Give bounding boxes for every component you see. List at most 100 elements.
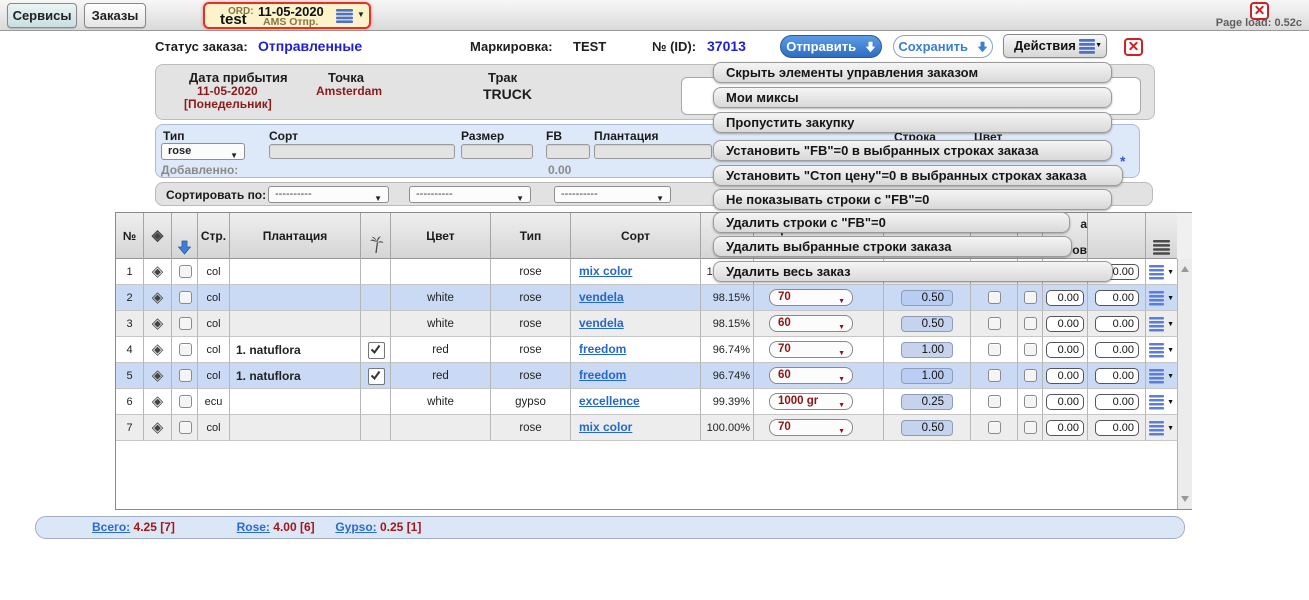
header-sort-arrow-icon[interactable] xyxy=(172,213,198,259)
price-input[interactable]: 0.25 xyxy=(901,394,953,410)
send-button[interactable]: Отправить xyxy=(780,35,882,58)
value-input[interactable]: 0.00 xyxy=(1095,342,1139,358)
current-order-box[interactable]: ORD: 11-05-2020 test AMS Отпр. ▼ xyxy=(203,2,371,29)
row-checkbox[interactable] xyxy=(172,311,198,337)
variety-link[interactable]: excellence xyxy=(579,394,640,408)
checkbox[interactable] xyxy=(179,369,192,382)
checkbox[interactable] xyxy=(179,317,192,330)
header-menu-icon[interactable] xyxy=(1146,213,1178,259)
checkbox[interactable] xyxy=(988,291,1001,304)
palm-check[interactable] xyxy=(368,368,385,385)
price-input[interactable]: 1.00 xyxy=(901,368,953,384)
size-select[interactable]: 60▼ xyxy=(769,367,853,384)
palm-check[interactable] xyxy=(368,342,385,359)
header-photo-icon[interactable]: ◈ xyxy=(144,213,172,259)
scroll-down-icon[interactable] xyxy=(1181,496,1189,502)
row-checkbox[interactable] xyxy=(971,311,1018,337)
palm-checkbox[interactable] xyxy=(361,363,391,389)
price-input[interactable]: 0.50 xyxy=(901,290,953,306)
services-button[interactable]: Сервисы xyxy=(7,3,77,28)
variety-link[interactable]: freedom xyxy=(579,368,626,382)
photo-icon[interactable]: ◈ xyxy=(144,259,172,285)
scroll-up-icon[interactable] xyxy=(1181,266,1189,272)
checkbox[interactable] xyxy=(179,291,192,304)
row-menu-cell[interactable]: ▼ xyxy=(1146,259,1178,285)
checkbox[interactable] xyxy=(1024,291,1037,304)
ord-hamburger-icon[interactable] xyxy=(336,9,353,28)
checkbox[interactable] xyxy=(1024,421,1037,434)
price-input[interactable]: 0.50 xyxy=(901,420,953,436)
checkbox[interactable] xyxy=(988,421,1001,434)
variety-link[interactable]: freedom xyxy=(579,342,626,356)
size-select[interactable]: 1000 gr▼ xyxy=(769,393,853,410)
row-checkbox[interactable] xyxy=(172,259,198,285)
row-menu-icon[interactable] xyxy=(1149,265,1164,283)
rose-link[interactable]: Rose: xyxy=(237,520,270,534)
row-menu-cell[interactable]: ▼ xyxy=(1146,363,1178,389)
photo-icon[interactable]: ◈ xyxy=(144,415,172,441)
row-menu-icon[interactable] xyxy=(1149,343,1164,361)
row-menu-cell[interactable]: ▼ xyxy=(1146,389,1178,415)
row-checkbox[interactable] xyxy=(172,389,198,415)
checkbox[interactable] xyxy=(1024,317,1037,330)
checkbox[interactable] xyxy=(988,395,1001,408)
actions-menu-item-1[interactable]: Скрыть элементы управления заказом xyxy=(713,62,1112,83)
actions-menu-item-3[interactable]: Пропустить закупку xyxy=(713,112,1112,133)
checkbox[interactable] xyxy=(1024,343,1037,356)
value-input[interactable]: 0.00 xyxy=(1046,316,1084,332)
row-checkbox[interactable] xyxy=(971,337,1018,363)
table-scrollbar[interactable] xyxy=(1177,259,1192,509)
photo-icon[interactable]: ◈ xyxy=(144,337,172,363)
checkbox[interactable] xyxy=(988,343,1001,356)
sort-select-2[interactable]: ----------▼ xyxy=(409,186,531,203)
actions-menu-item-2[interactable]: Мои миксы xyxy=(713,87,1112,108)
row-menu-cell[interactable]: ▼ xyxy=(1146,311,1178,337)
value-input[interactable]: 0.00 xyxy=(1046,368,1084,384)
row-checkbox[interactable] xyxy=(1018,337,1043,363)
sort-select-3[interactable]: ----------▼ xyxy=(554,186,671,203)
price-input[interactable]: 0.50 xyxy=(901,316,953,332)
row-checkbox[interactable] xyxy=(1018,311,1043,337)
row-checkbox[interactable] xyxy=(172,285,198,311)
checkbox[interactable] xyxy=(179,421,192,434)
value-input[interactable]: 0.00 xyxy=(1046,290,1084,306)
size-select[interactable]: 70▼ xyxy=(769,419,853,436)
checkbox[interactable] xyxy=(988,369,1001,382)
value-input[interactable]: 0.00 xyxy=(1095,368,1139,384)
actions-menu-item-4[interactable]: Установить "FB"=0 в выбранных строках за… xyxy=(713,140,1112,161)
row-menu-cell[interactable]: ▼ xyxy=(1146,285,1178,311)
checkbox[interactable] xyxy=(179,395,192,408)
value-input[interactable]: 0.00 xyxy=(1046,342,1084,358)
photo-icon[interactable]: ◈ xyxy=(144,285,172,311)
row-checkbox[interactable] xyxy=(172,415,198,441)
value-input[interactable]: 0.00 xyxy=(1046,420,1084,436)
fb-input[interactable] xyxy=(546,144,590,159)
row-menu-icon[interactable] xyxy=(1149,395,1164,413)
variety-input[interactable] xyxy=(269,144,455,159)
plantation-input[interactable] xyxy=(594,144,712,159)
sort-select-1[interactable]: ----------▼ xyxy=(268,186,389,203)
checkbox[interactable] xyxy=(179,265,192,278)
value-input[interactable]: 0.00 xyxy=(1095,290,1139,306)
variety-link[interactable]: vendela xyxy=(579,316,624,330)
checkbox[interactable] xyxy=(1024,369,1037,382)
row-checkbox[interactable] xyxy=(971,389,1018,415)
checkbox[interactable] xyxy=(1024,395,1037,408)
gypso-link[interactable]: Gypso: xyxy=(335,520,376,534)
row-checkbox[interactable] xyxy=(1018,415,1043,441)
close-order-icon[interactable] xyxy=(1124,38,1143,56)
actions-button[interactable]: Действия ▼ xyxy=(1003,34,1107,58)
row-menu-icon[interactable] xyxy=(1149,317,1164,335)
actions-menu-item-9[interactable]: Удалить весь заказ xyxy=(713,261,1113,282)
row-menu-cell[interactable]: ▼ xyxy=(1146,415,1178,441)
checkbox[interactable] xyxy=(988,317,1001,330)
row-menu-icon[interactable] xyxy=(1149,291,1164,309)
size-select[interactable]: 70▼ xyxy=(769,341,853,358)
row-menu-cell[interactable]: ▼ xyxy=(1146,337,1178,363)
actions-menu-item-5[interactable]: Установить "Стоп цену"=0 в выбранных стр… xyxy=(713,165,1123,186)
photo-icon[interactable]: ◈ xyxy=(144,363,172,389)
photo-icon[interactable]: ◈ xyxy=(144,311,172,337)
palm-checkbox[interactable] xyxy=(361,337,391,363)
size-select[interactable]: 60▼ xyxy=(769,315,853,332)
variety-link[interactable]: mix color xyxy=(579,420,632,434)
